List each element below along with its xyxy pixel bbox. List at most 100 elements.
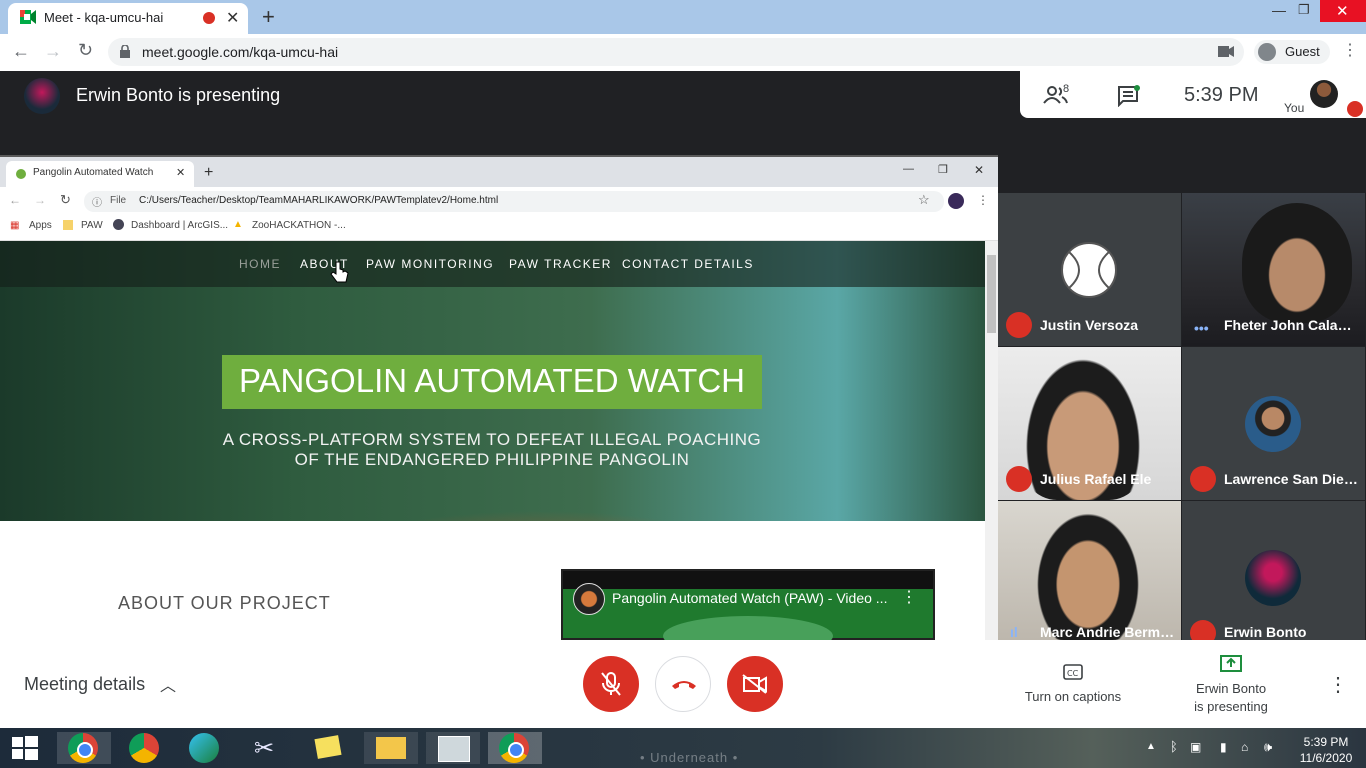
inner-close-icon[interactable]: ✕ — [974, 163, 984, 177]
mic-off-icon — [1190, 466, 1216, 492]
participant-avatar — [1245, 550, 1301, 606]
mic-off-icon — [601, 672, 621, 696]
hang-up-icon — [672, 681, 696, 689]
inner-tab[interactable]: Pangolin Automated Watch ✕ — [6, 161, 194, 187]
self-avatar — [1310, 80, 1338, 108]
volume-icon[interactable]: 🕪 — [1264, 739, 1272, 755]
inner-new-tab-icon[interactable]: + — [204, 164, 213, 182]
info-icon: ⓘ — [92, 198, 102, 209]
nav-paw-monitoring[interactable]: PAW MONITORING — [366, 257, 494, 271]
inner-restore-icon[interactable]: ❐ — [938, 163, 948, 176]
participant-tile[interactable]: Justin Versoza — [998, 193, 1181, 346]
tray-time: 5:39 PM — [1303, 735, 1349, 749]
windows-start-icon[interactable] — [12, 736, 38, 760]
subtitle-line-2: OF THE ENDANGERED PHILIPPINE PANGOLIN — [294, 450, 690, 469]
participant-tile[interactable]: Julius Rafael Ele — [998, 347, 1181, 500]
subtitle-line-1: A CROSS-PLATFORM SYSTEM TO DEFEAT ILLEGA… — [222, 430, 762, 449]
inner-minimize-icon[interactable]: — — [903, 163, 914, 175]
paw-favicon — [16, 169, 26, 179]
participant-name: Erwin Bonto — [1224, 624, 1307, 640]
captions-label: Turn on captions — [1024, 689, 1122, 704]
taskbar-task-manager[interactable] — [426, 732, 480, 764]
present-screen-icon — [1220, 655, 1242, 672]
participant-name: Lawrence San Diego — [1224, 471, 1360, 487]
taskbar-chrome[interactable] — [57, 732, 111, 764]
inner-scrollbar[interactable] — [985, 241, 998, 640]
chat-icon[interactable] — [1117, 85, 1141, 107]
inner-menu-icon[interactable]: ⋮ — [977, 193, 989, 207]
inner-url: C:/Users/Teacher/Desktop/TeamMAHARLIKAWO… — [139, 195, 499, 206]
camera-toggle-button[interactable] — [727, 656, 783, 712]
meeting-clock: 5:39 PM — [1184, 84, 1259, 106]
close-window-button[interactable]: ✕ — [1320, 0, 1366, 22]
site-subtitle: A CROSS-PLATFORM SYSTEM TO DEFEAT ILLEGA… — [200, 430, 784, 470]
baseball-avatar — [1061, 242, 1117, 298]
camera-blocked-icon[interactable] — [1218, 46, 1234, 57]
presenting-text: is presenting — [1194, 699, 1268, 714]
scrollbar-thumb[interactable] — [987, 255, 996, 333]
browser-tab-meet[interactable]: Meet - kqa-umcu-hai ✕ — [8, 3, 248, 34]
taskbar-chrome-profile[interactable] — [118, 732, 172, 764]
leave-call-button[interactable] — [655, 656, 711, 712]
nav-home[interactable]: HOME — [239, 257, 281, 271]
bookmark-star-icon[interactable]: ☆ — [918, 192, 930, 208]
taskbar-chrome-active[interactable] — [488, 732, 542, 764]
browser-menu-icon[interactable]: ⋮ — [1342, 40, 1358, 60]
taskbar-snipping[interactable]: ✂ — [240, 732, 294, 764]
scissors-icon: ✂ — [254, 735, 275, 762]
bluetooth-icon[interactable]: ᛒ — [1170, 739, 1178, 754]
video-menu-icon[interactable]: ⋮ — [901, 587, 917, 607]
close-icon: ✕ — [1336, 3, 1349, 20]
taskbar-sticky-notes[interactable] — [302, 732, 356, 764]
back-icon[interactable]: ← — [12, 41, 30, 62]
more-options-icon[interactable]: ⋮ — [1328, 672, 1348, 697]
participant-tile[interactable]: Erwin Bonto — [1182, 501, 1365, 646]
participant-tile[interactable]: ıl Marc Andrie Bermu... — [998, 501, 1181, 640]
taskbar-file-explorer[interactable] — [364, 732, 418, 764]
profile-button[interactable]: Guest — [1254, 40, 1330, 64]
arcgis-icon — [113, 219, 124, 230]
bookmark-apps[interactable]: Apps — [29, 220, 52, 231]
taskbar-edge[interactable] — [178, 732, 232, 764]
antivirus-icon[interactable]: ▣ — [1190, 740, 1201, 754]
inner-tab-close-icon[interactable]: ✕ — [176, 166, 185, 179]
participant-avatar — [1245, 396, 1301, 452]
tray-chevron-icon[interactable]: ▲ — [1146, 741, 1156, 752]
inner-back-icon[interactable]: ← — [9, 193, 21, 207]
mic-toggle-button[interactable] — [583, 656, 639, 712]
video-title: Pangolin Automated Watch (PAW) - Video .… — [612, 590, 888, 606]
chrome-icon — [129, 733, 159, 763]
restore-icon[interactable]: ❐ — [1298, 2, 1310, 18]
tab-close-icon[interactable]: ✕ — [226, 8, 239, 28]
svg-text:CC: CC — [1067, 669, 1079, 678]
nav-contact-details[interactable]: CONTACT DETAILS — [622, 257, 754, 271]
wallpaper-text: • Underneath • — [640, 750, 739, 765]
participant-tile[interactable]: ••• Fheter John Caland... — [1182, 193, 1365, 346]
battery-icon[interactable]: ▮ — [1220, 740, 1227, 754]
bookmark-zoohackathon[interactable]: ZooHACKATHON -... — [252, 220, 346, 231]
bookmark-arcgis[interactable]: Dashboard | ArcGIS... — [131, 220, 228, 231]
network-icon[interactable]: ⌂ — [1241, 740, 1248, 754]
nav-paw-tracker[interactable]: PAW TRACKER — [509, 257, 612, 271]
chevron-up-icon: ︿ — [160, 678, 177, 695]
channel-avatar — [573, 583, 605, 615]
mic-off-icon — [1006, 466, 1032, 492]
inner-profile-icon[interactable] — [948, 193, 964, 209]
presenting-status: Erwin Bonto is presenting — [1180, 680, 1282, 716]
new-tab-icon[interactable]: + — [262, 4, 275, 30]
participant-video — [1028, 501, 1148, 640]
inner-reload-icon[interactable]: ↻ — [60, 192, 71, 208]
inner-tab-title: Pangolin Automated Watch — [33, 167, 154, 178]
tray-clock[interactable]: 5:39 PM 11/6/2020 — [1294, 734, 1358, 766]
hand-cursor-icon — [330, 261, 349, 283]
participant-tile[interactable]: Lawrence San Diego — [1182, 347, 1365, 500]
meeting-details-button[interactable]: Meeting details ︿ — [16, 664, 186, 704]
bookmark-paw[interactable]: PAW — [81, 220, 103, 231]
inner-forward-icon[interactable]: → — [34, 193, 46, 207]
forward-icon[interactable]: → — [44, 41, 62, 62]
profile-label: Guest — [1285, 44, 1320, 59]
participant-name: Marc Andrie Bermu... — [1040, 624, 1176, 640]
speaking-indicator-icon: ıl — [1010, 624, 1018, 640]
reload-icon[interactable]: ↻ — [78, 40, 93, 61]
minimize-icon[interactable]: — — [1272, 2, 1286, 18]
